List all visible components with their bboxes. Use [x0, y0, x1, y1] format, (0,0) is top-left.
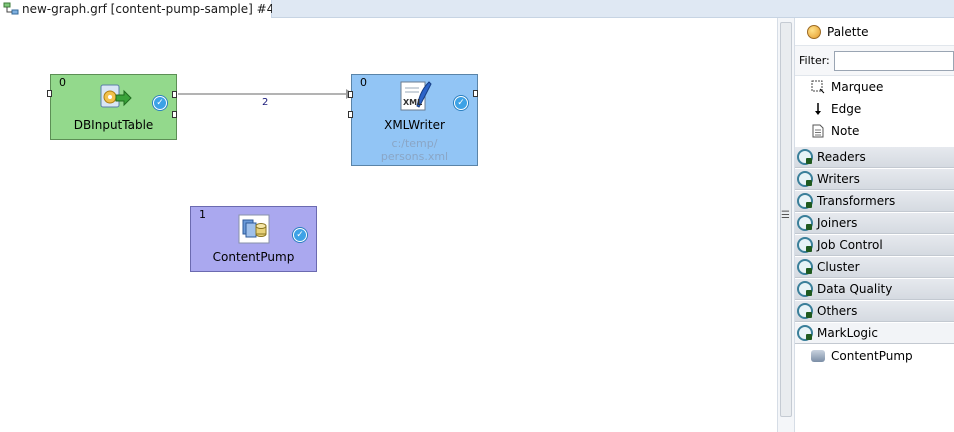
drawer-icon — [797, 149, 813, 165]
tool-label: Marquee — [831, 80, 884, 94]
palette-item-contentpump[interactable]: ContentPump — [795, 344, 954, 368]
drawer-others[interactable]: Others — [795, 300, 954, 322]
component-file-name: persons.xml — [380, 150, 449, 163]
check-icon: ✓ — [454, 96, 468, 110]
output-port[interactable] — [172, 91, 177, 98]
drawer-icon — [797, 259, 813, 275]
drawer-icon — [797, 215, 813, 231]
drawer-icon — [797, 171, 813, 187]
edge-label[interactable]: 2 — [262, 97, 268, 108]
drawer-label: Others — [817, 304, 858, 318]
drawer-icon — [797, 193, 813, 209]
drawer-data-quality[interactable]: Data Quality — [795, 278, 954, 300]
input-port[interactable] — [348, 91, 353, 98]
filter-label: Filter: — [799, 54, 830, 67]
tool-label: Edge — [831, 102, 862, 116]
drawer-icon — [797, 325, 813, 341]
palette-icon — [807, 24, 821, 39]
tab-strip-background — [272, 0, 954, 18]
palette-splitter[interactable]: ☰ — [777, 18, 795, 432]
contentpump-icon — [238, 214, 270, 247]
tool-edge[interactable]: Edge — [795, 98, 954, 120]
drawer-cluster[interactable]: Cluster — [795, 256, 954, 278]
phase-number: 0 — [360, 76, 367, 89]
xml-writer-icon: XML — [399, 80, 433, 115]
output-port[interactable] — [172, 111, 177, 118]
component-file-path: c:/temp/ — [391, 137, 438, 150]
marquee-icon — [811, 80, 825, 94]
drawer-job-control[interactable]: Job Control — [795, 234, 954, 256]
contentpump-icon — [811, 350, 825, 362]
component-contentpump[interactable]: 1 ContentPump ✓ — [190, 206, 317, 272]
sash-grip-icon[interactable]: ☰ — [781, 210, 790, 221]
drawer-joiners[interactable]: Joiners — [795, 212, 954, 234]
component-name: ContentPump — [212, 250, 295, 264]
check-icon: ✓ — [153, 96, 167, 110]
graph-file-icon — [3, 2, 19, 16]
tool-note[interactable]: Note — [795, 120, 954, 142]
drawer-label: Readers — [817, 150, 866, 164]
drawer-transformers[interactable]: Transformers — [795, 190, 954, 212]
palette-header[interactable]: Palette — [795, 18, 954, 46]
drawer-marklogic[interactable]: MarkLogic — [795, 322, 954, 344]
palette-title: Palette — [827, 24, 869, 39]
component-name: DBInputTable — [73, 118, 154, 132]
drawer-label: Writers — [817, 172, 860, 186]
xml-icon-text: XML — [403, 98, 423, 107]
drawer-label: Joiners — [817, 216, 858, 230]
drawer-label: Job Control — [817, 238, 883, 252]
editor-tab-bar: new-graph.grf [content-pump-sample] #4 ☒ — [0, 0, 954, 18]
palette-item-label: ContentPump — [831, 349, 913, 363]
drawer-icon — [797, 303, 813, 319]
graph-editor-window: new-graph.grf [content-pump-sample] #4 ☒… — [0, 0, 954, 432]
editor-tab-label: new-graph.grf [content-pump-sample] #4 — [22, 2, 275, 16]
drawer-writers[interactable]: Writers — [795, 168, 954, 190]
note-icon — [811, 124, 825, 138]
phase-number: 0 — [59, 76, 66, 89]
component-dbinputtable[interactable]: 0 DBInputTable ✓ — [47, 74, 177, 140]
graph-canvas[interactable]: 2 0 DBInputTable ✓ 0 XML XMLWriter c:/te… — [0, 18, 777, 432]
check-icon: ✓ — [293, 228, 307, 242]
drawer-label: MarkLogic — [817, 326, 878, 340]
palette-panel: Palette Filter: Marquee Edge Note Reader… — [795, 18, 954, 432]
editor-tab[interactable]: new-graph.grf [content-pump-sample] #4 ☒ — [0, 0, 290, 18]
tool-marquee[interactable]: Marquee — [795, 76, 954, 98]
component-name: XMLWriter — [384, 118, 445, 132]
tool-label: Note — [831, 124, 860, 138]
drawer-icon — [797, 281, 813, 297]
palette-filter-row: Filter: — [795, 46, 954, 76]
filter-input[interactable] — [833, 50, 954, 71]
drawer-label: Cluster — [817, 260, 860, 274]
drawer-label: Transformers — [817, 194, 896, 208]
drawer-label: Data Quality — [817, 282, 893, 296]
input-port[interactable] — [348, 111, 353, 118]
drawer-icon — [797, 237, 813, 253]
phase-number: 1 — [199, 208, 206, 221]
output-port[interactable] — [473, 90, 478, 97]
input-port[interactable] — [47, 90, 52, 97]
database-input-icon — [98, 81, 132, 114]
edge-arrow-icon — [811, 102, 825, 116]
component-xmlwriter[interactable]: 0 XML XMLWriter c:/temp/ persons.xml ✓ — [348, 74, 478, 166]
drawer-readers[interactable]: Readers — [795, 146, 954, 168]
